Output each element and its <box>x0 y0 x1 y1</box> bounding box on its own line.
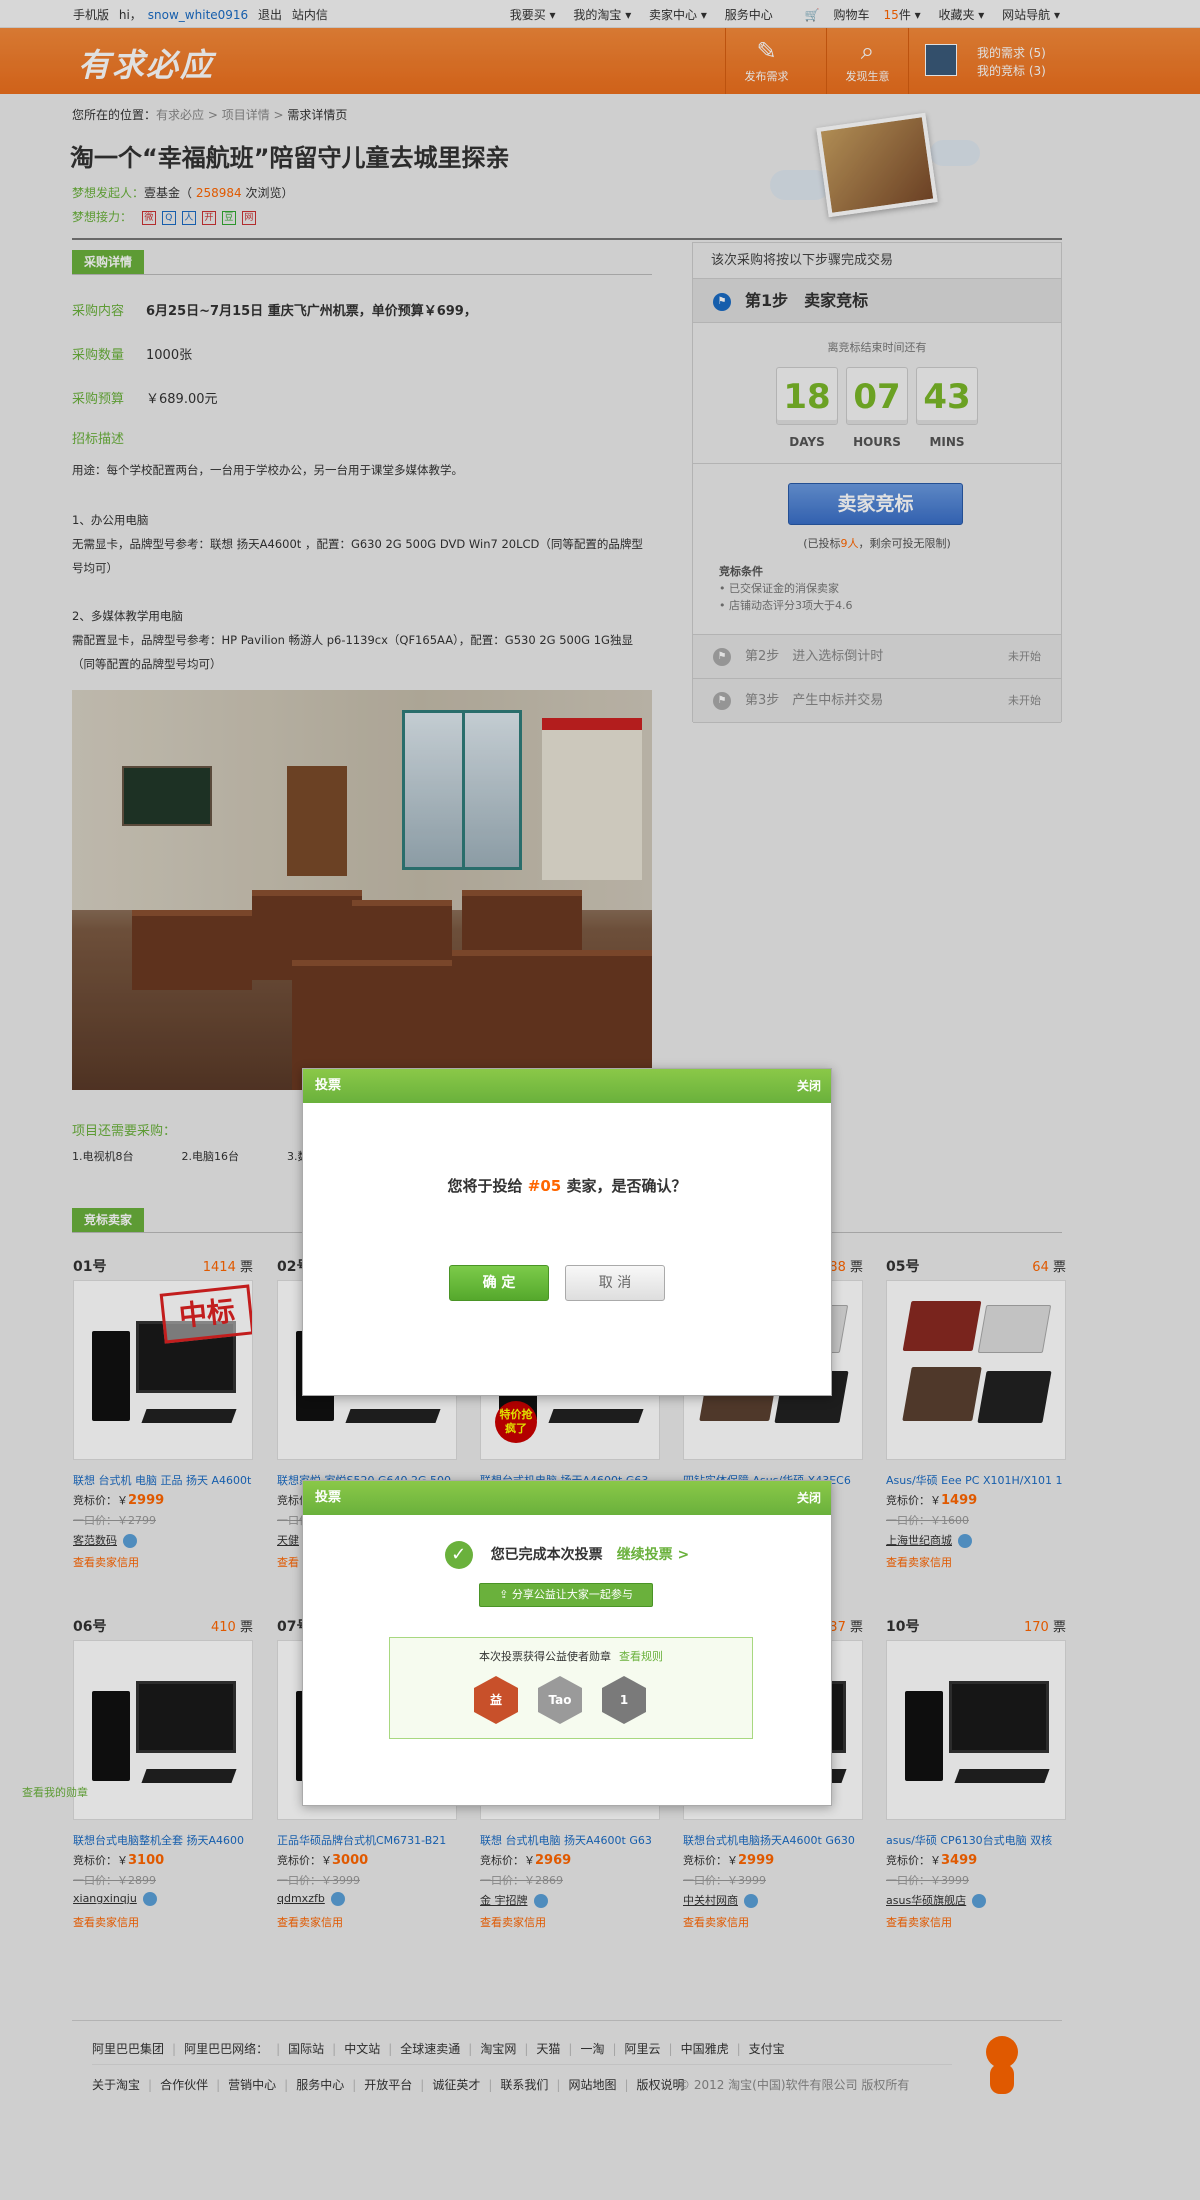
rules-link[interactable]: 查看规则 <box>619 1650 663 1663</box>
vote-done-dialog: 投票 关闭 ✓ 您已完成本次投票 继续投票 > ⇪ 分享公益让大家一起参与 本次投票获… <box>302 1480 832 1806</box>
close-button[interactable]: 关闭 <box>797 1069 821 1103</box>
dialog-header: 投票 关闭 <box>303 1481 831 1515</box>
vote-done-message: ✓ 您已完成本次投票 继续投票 > <box>303 1541 831 1569</box>
check-icon: ✓ <box>444 1541 473 1569</box>
medal-box: 本次投票获得公益使者勋章 查看规则 益 Tao 1 <box>389 1637 753 1739</box>
share-icon: ⇪ <box>499 1588 512 1601</box>
charity-medal-icon[interactable]: 益 <box>474 1676 518 1724</box>
share-button[interactable]: ⇪ 分享公益让大家一起参与 <box>479 1583 653 1607</box>
dialog-header: 投票 关闭 <box>303 1069 831 1103</box>
close-button[interactable]: 关闭 <box>797 1481 821 1515</box>
cancel-button[interactable]: 取 消 <box>565 1265 665 1301</box>
confirm-button[interactable]: 确 定 <box>449 1265 549 1301</box>
vote-question: 您将于投给 #05 卖家，是否确认？ <box>447 1177 687 1195</box>
continue-vote-link[interactable]: 继续投票 > <box>617 1547 690 1563</box>
tao-medal-icon[interactable]: Tao <box>538 1676 582 1724</box>
level-medal-icon[interactable]: 1 <box>602 1676 646 1724</box>
vote-confirm-dialog: 投票 关闭 您将于投给 #05 卖家，是否确认？ 确 定 取 消 <box>302 1068 832 1396</box>
